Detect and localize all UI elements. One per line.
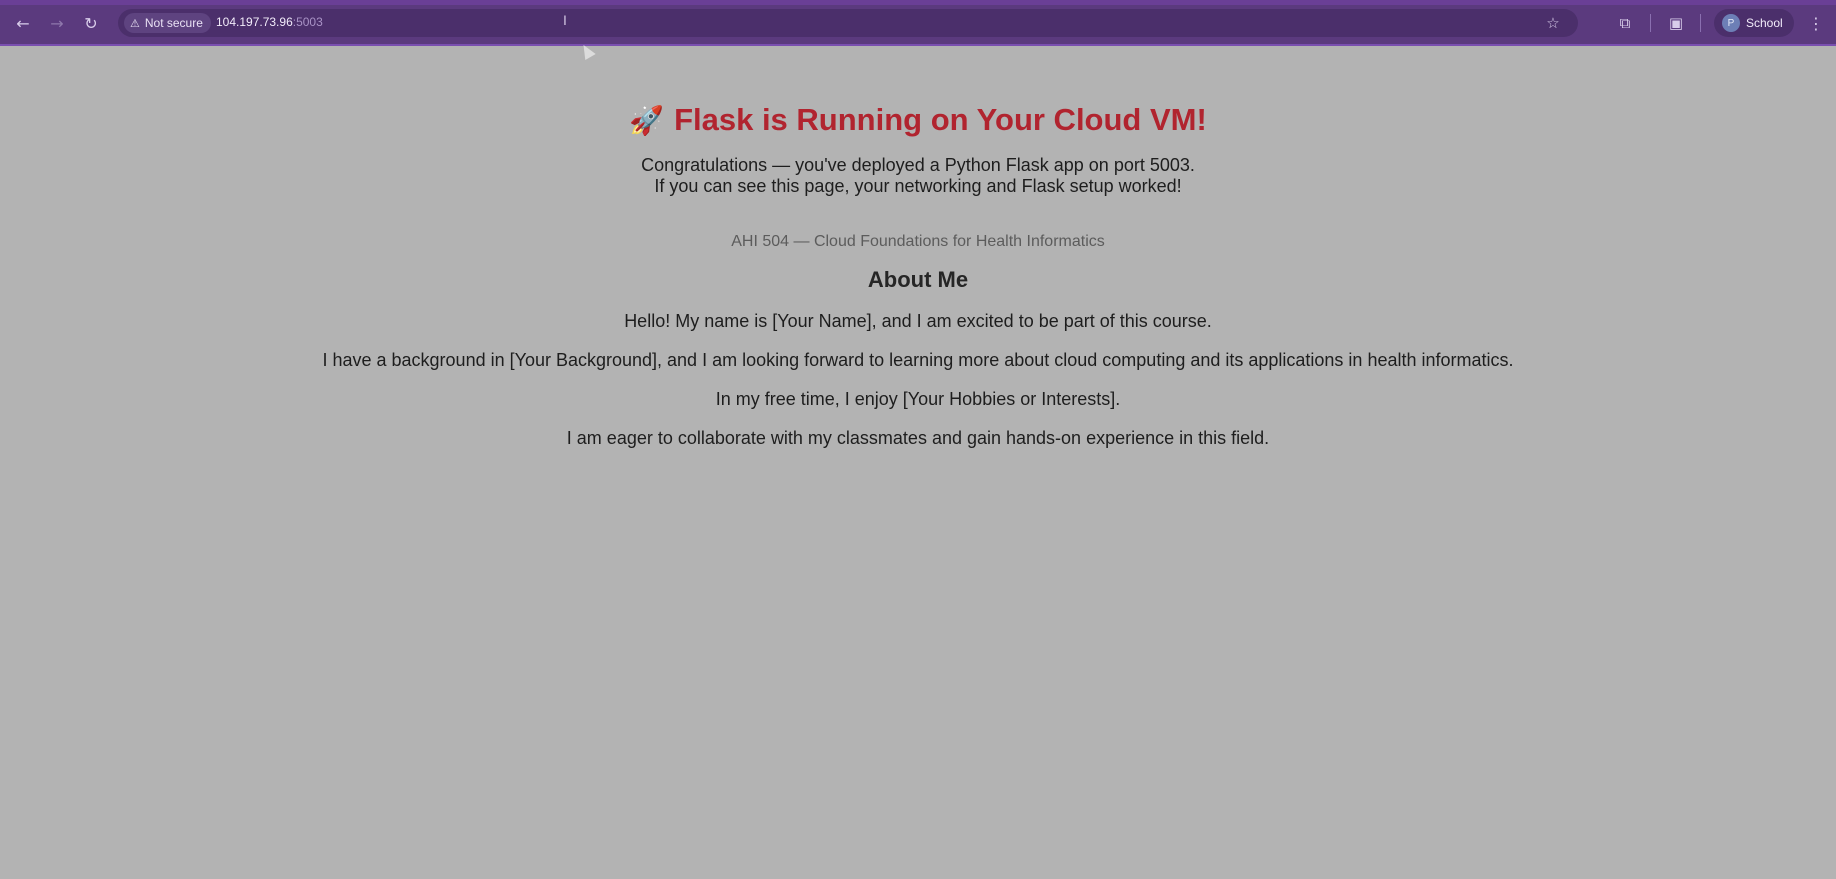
side-panel-button[interactable]: ▣ (1664, 11, 1688, 35)
page-title-text: Flask is Running on Your Cloud VM! (674, 102, 1207, 137)
profile-button[interactable]: P School (1714, 9, 1794, 37)
warning-icon: ⚠ (130, 16, 140, 30)
page-content: 🚀 Flask is Running on Your Cloud VM! Cong… (0, 48, 1836, 449)
reload-icon: ↻ (84, 13, 98, 33)
extensions-button[interactable]: ⧉ (1613, 11, 1637, 35)
browser-menu-button[interactable]: ⋮ (1806, 11, 1826, 35)
about-paragraph: Hello! My name is [Your Name], and I am … (624, 311, 1212, 331)
side-panel-icon: ▣ (1668, 14, 1684, 32)
page-title: 🚀 Flask is Running on Your Cloud VM! (0, 100, 1836, 141)
toolbar-divider (1650, 14, 1651, 32)
intro-line-1: Congratulations — you've deployed a Pyth… (641, 155, 1195, 175)
forward-button[interactable]: → (44, 10, 70, 36)
text-cursor-icon: I (563, 12, 567, 28)
security-indicator[interactable]: ⚠ Not secure (124, 13, 211, 33)
url-host: 104.197.73.96 (216, 15, 293, 29)
avatar: P (1722, 14, 1740, 32)
about-heading: About Me (867, 267, 969, 292)
about-paragraph: I have a background in [Your Background]… (322, 350, 1514, 370)
kebab-menu-icon: ⋮ (1808, 13, 1824, 33)
address-bar[interactable]: ⚠ Not secure 104.197.73.96:5003 ☆ (118, 9, 1578, 37)
tab-strip-edge (0, 0, 1836, 5)
arrow-right-icon: → (50, 13, 64, 33)
rocket-icon: 🚀 (629, 104, 665, 137)
arrow-left-icon: ← (16, 13, 30, 33)
url-text[interactable]: 104.197.73.96:5003 (216, 15, 323, 29)
url-port: :5003 (292, 15, 323, 29)
browser-toolbar: ← → ↻ ⚠ Not secure 104.197.73.96:5003 ☆ … (0, 0, 1836, 46)
bookmark-button[interactable]: ☆ (1542, 12, 1564, 34)
reload-button[interactable]: ↻ (78, 10, 104, 36)
profile-name: School (1746, 16, 1783, 30)
about-paragraph: In my free time, I enjoy [Your Hobbies o… (715, 389, 1121, 409)
puzzle-icon: ⧉ (1619, 14, 1631, 32)
security-label: Not secure (144, 16, 203, 30)
star-icon: ☆ (1546, 14, 1560, 32)
intro-line-2: If you can see this page, your networkin… (654, 176, 1182, 196)
intro-text: Congratulations — you've deployed a Pyth… (0, 155, 1836, 197)
toolbar-divider (1700, 14, 1701, 32)
course-label: AHI 504 — Cloud Foundations for Health I… (731, 233, 1105, 250)
about-paragraph: I am eager to collaborate with my classm… (566, 428, 1270, 448)
back-button[interactable]: ← (10, 10, 36, 36)
